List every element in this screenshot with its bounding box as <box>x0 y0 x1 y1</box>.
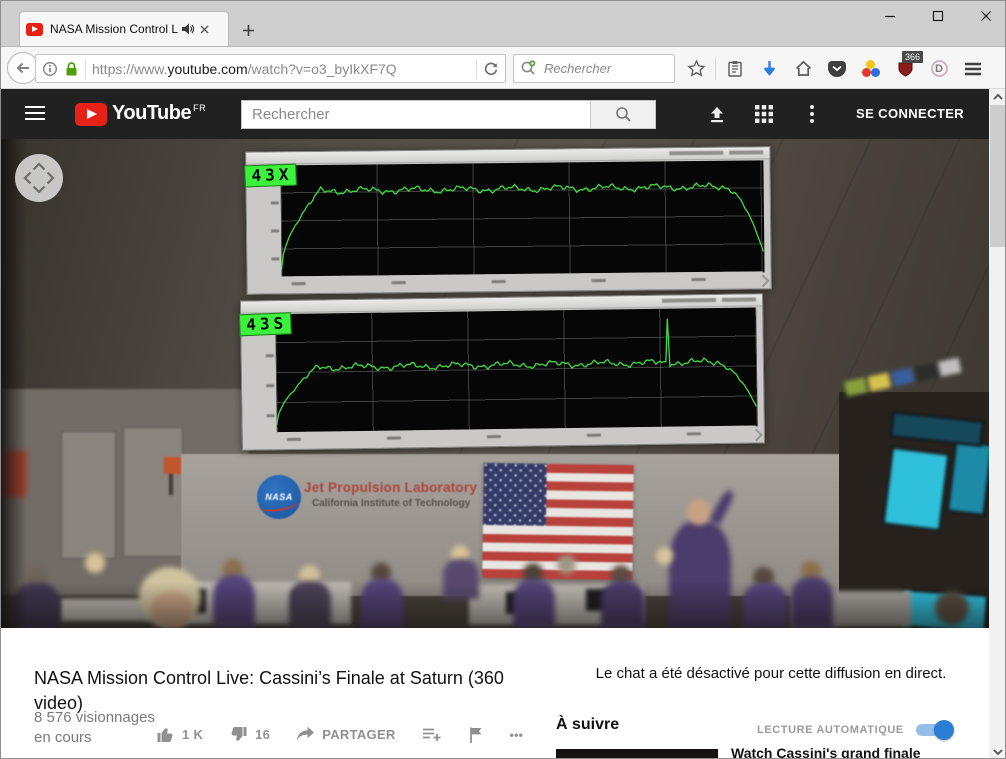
autoplay-row: LECTURE AUTOMATIQUE <box>757 720 952 740</box>
youtube-favicon-icon <box>26 23 43 36</box>
window-titlebar: NASA Mission Control Li <box>1 1 1005 46</box>
pan-360-control[interactable] <box>15 154 63 202</box>
tab-title: NASA Mission Control Li <box>50 22 178 36</box>
menu-hamburger-icon[interactable] <box>956 52 990 86</box>
video-info-panel: NASA Mission Control Live: Cassini’s Fin… <box>1 628 989 759</box>
adblock-count-badge: 366 <box>902 51 923 63</box>
signal-trace <box>280 160 764 277</box>
sign-in-button[interactable]: SE CONNECTER <box>856 106 964 121</box>
tab-close-icon[interactable] <box>198 23 211 36</box>
downloads-icon[interactable] <box>752 52 786 86</box>
youtube-search-button[interactable] <box>591 100 656 129</box>
adblock-shield-icon[interactable]: 366 <box>888 52 922 86</box>
page-info-icon[interactable] <box>36 55 64 82</box>
search-input[interactable] <box>542 60 652 77</box>
tab-audio-icon[interactable] <box>181 22 195 36</box>
share-button[interactable]: PARTAGER <box>296 726 395 743</box>
scrollbar-thumb[interactable] <box>990 105 1006 247</box>
maximize-button[interactable] <box>927 5 949 27</box>
browser-tab[interactable]: NASA Mission Control Li <box>19 11 229 46</box>
next-video-title[interactable]: Watch Cassini's grand finale <box>731 744 971 759</box>
close-button[interactable] <box>975 5 997 27</box>
more-actions-button[interactable]: ••• <box>510 728 524 742</box>
antenna-label-43x: 43X <box>244 164 297 188</box>
antenna-label-43s: 43S <box>239 312 292 336</box>
browser-window: NASA Mission Control Li <box>0 0 1006 759</box>
reload-button[interactable] <box>477 55 505 82</box>
scroll-down-button[interactable] <box>989 744 1006 759</box>
browser-toolbar: https://www.youtube.com/watch?v=o3_byIkX… <box>1 46 1005 89</box>
autoplay-label: LECTURE AUTOMATIQUE <box>757 724 904 736</box>
scroll-up-button[interactable] <box>989 89 1006 105</box>
home-icon[interactable] <box>786 52 820 86</box>
search-engine-icon[interactable] <box>520 60 537 77</box>
youtube-logo[interactable]: YouTube FR <box>75 102 206 126</box>
https-lock-icon[interactable] <box>64 55 85 82</box>
bookmarks-menu-icon[interactable] <box>718 52 752 86</box>
url-input[interactable]: https://www.youtube.com/watch?v=o3_byIkX… <box>35 54 506 83</box>
upload-icon[interactable] <box>706 104 728 124</box>
youtube-search-input[interactable] <box>242 101 590 128</box>
signal-trace <box>275 307 758 433</box>
like-button[interactable]: 1 K <box>156 725 203 744</box>
up-next-label: À suivre <box>556 716 619 734</box>
page-scrollbar[interactable] <box>989 89 1006 759</box>
telemetry-monitor-top: 43X <box>245 146 771 294</box>
next-video-thumbnail[interactable] <box>556 749 718 759</box>
video-actions: 1 K 16 PARTAGER ••• <box>156 725 549 744</box>
autoplay-toggle[interactable] <box>916 720 952 740</box>
report-flag-button[interactable] <box>468 726 484 744</box>
kebab-menu-icon[interactable] <box>801 104 823 124</box>
extension-dots-icon[interactable] <box>854 52 888 86</box>
youtube-menu-icon[interactable] <box>25 106 45 120</box>
dislike-button[interactable]: 16 <box>229 725 270 744</box>
minimize-button[interactable] <box>879 5 901 27</box>
youtube-region-label: FR <box>193 103 206 113</box>
telemetry-monitor-bottom: 43S <box>240 293 765 450</box>
add-to-playlist-button[interactable] <box>422 727 442 743</box>
pocket-icon[interactable] <box>820 52 854 86</box>
new-tab-button[interactable] <box>237 19 259 41</box>
chat-disabled-notice: Le chat a été désactivé pour cette diffu… <box>556 665 986 682</box>
video-player[interactable]: NASA Jet Propulsion Laboratory Californi… <box>1 139 989 628</box>
bookmark-star-icon[interactable] <box>679 52 713 86</box>
apps-grid-icon[interactable] <box>753 104 775 124</box>
firefox-search-bar[interactable] <box>513 54 675 83</box>
youtube-search-box[interactable] <box>241 100 591 129</box>
url-text[interactable]: https://www.youtube.com/watch?v=o3_byIkX… <box>86 61 476 77</box>
view-count: 8 576 visionnages en cours <box>34 708 155 748</box>
d-extension-icon[interactable]: D <box>922 52 956 86</box>
youtube-play-icon <box>75 103 107 126</box>
youtube-header: YouTube FR SE CONNECTER <box>1 89 989 139</box>
